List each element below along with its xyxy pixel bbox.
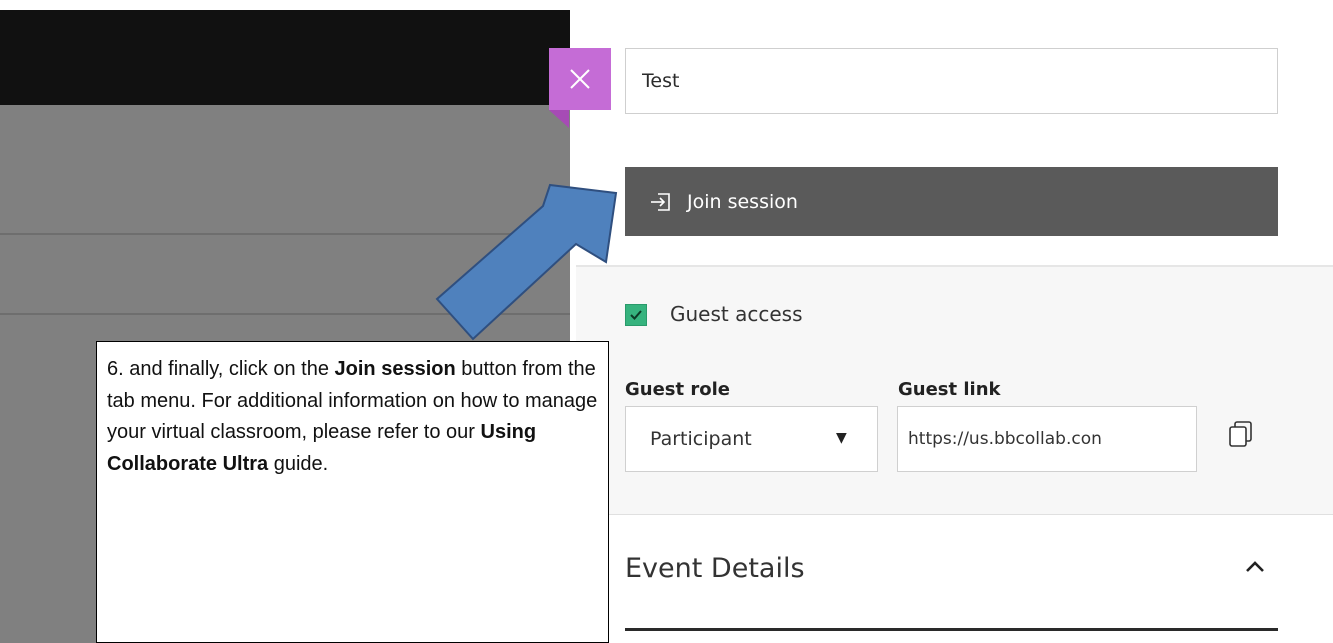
background-header [0, 10, 570, 105]
close-button[interactable] [549, 48, 611, 110]
guest-link-field[interactable] [897, 406, 1197, 472]
guest-access-checkbox[interactable] [625, 304, 647, 326]
session-name-input[interactable] [625, 48, 1278, 114]
guest-role-select[interactable]: Participant ▼ [625, 406, 878, 472]
event-details-heading: Event Details [625, 553, 805, 584]
instruction-callout: 6. and finally, click on the Join sessio… [96, 341, 609, 643]
copy-icon[interactable] [1228, 420, 1254, 448]
guest-role-label: Guest role [625, 379, 731, 400]
divider [0, 313, 570, 315]
guest-link-label: Guest link [898, 379, 1001, 400]
divider [0, 233, 570, 235]
caret-down-icon: ▼ [836, 430, 847, 446]
check-icon [630, 310, 642, 320]
guest-access-label: Guest access [670, 302, 803, 326]
close-button-tail [549, 110, 569, 128]
close-icon [570, 69, 590, 89]
join-session-label: Join session [687, 190, 798, 213]
join-session-button[interactable]: Join session [625, 167, 1278, 236]
guest-role-value: Participant [650, 428, 752, 450]
chevron-up-icon[interactable] [1244, 560, 1266, 574]
event-details-underline [625, 628, 1278, 631]
enter-icon [651, 192, 670, 211]
callout-bold-join: Join session [334, 358, 456, 380]
callout-text: guide. [268, 452, 329, 475]
callout-text: 6. and finally, click on the [107, 358, 335, 380]
